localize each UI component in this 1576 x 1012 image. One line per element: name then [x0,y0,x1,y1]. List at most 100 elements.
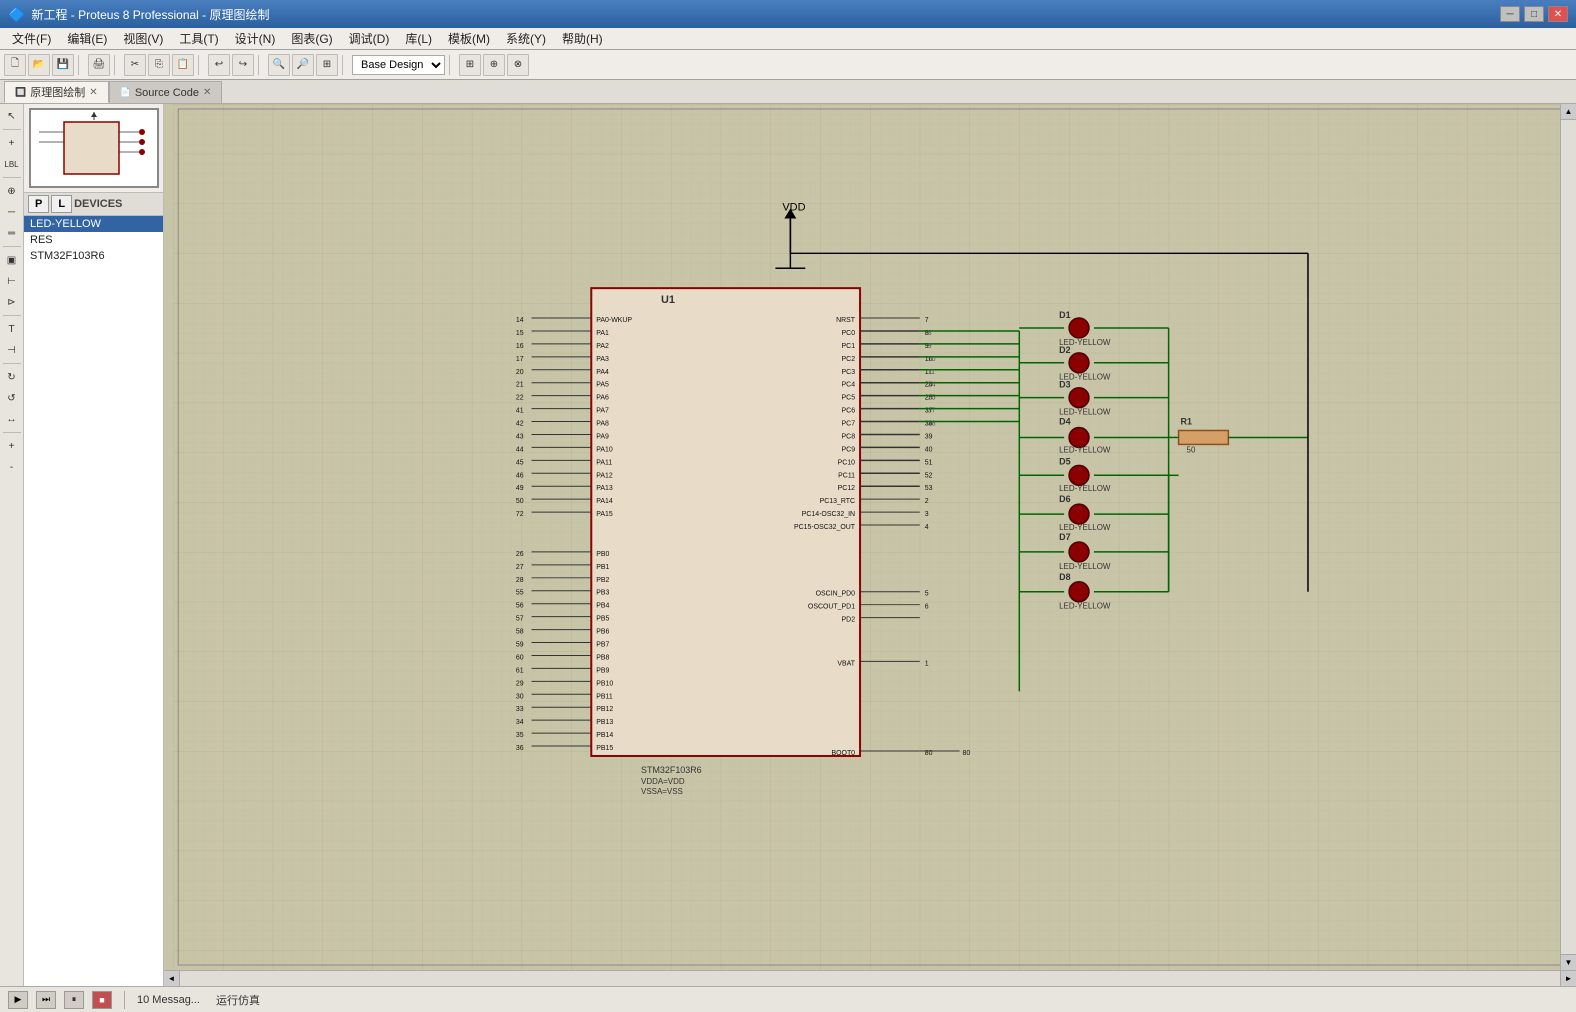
menu-item-h[interactable]: 帮助(H) [554,28,611,49]
menu-item-d[interactable]: 调试(D) [341,28,398,49]
vertical-scrollbar[interactable]: ▲ ▼ [1560,104,1576,970]
minimize-button[interactable]: ─ [1500,6,1520,22]
svg-text:44: 44 [516,446,524,453]
rotate-cw[interactable]: ↻ [2,367,22,387]
toolbar-sep-6 [449,55,455,75]
label-tool[interactable]: LBL [2,154,22,174]
scroll-right-button[interactable]: ► [1560,971,1576,986]
titlebar: 🔷 新工程 - Proteus 8 Professional - 原理图绘制 ─… [0,0,1576,28]
flip-h[interactable]: ↔ [2,409,22,429]
subcircuit-tool[interactable]: ▣ [2,250,22,270]
grid-button[interactable]: ⊞ [459,54,481,76]
menu-item-f[interactable]: 文件(F) [4,28,59,49]
new-button[interactable]: 🗋 [4,54,26,76]
close-button[interactable]: ✕ [1548,6,1568,22]
text-tool[interactable]: T [2,319,22,339]
menu-item-y[interactable]: 系统(Y) [498,28,554,49]
svg-text:72: 72 [516,511,524,518]
scroll-down-button[interactable]: ▼ [1561,954,1576,970]
toolbar-sep-1 [78,55,84,75]
tab-schematic-close[interactable]: ✕ [89,87,97,98]
toolbar-sep-5 [342,55,348,75]
select-tool[interactable]: ↖ [2,106,22,126]
svg-text:49: 49 [516,485,524,492]
svg-text:58: 58 [516,629,524,636]
terminal-tool[interactable]: ⊢ [2,271,22,291]
zoom-all-button[interactable]: ⊞ [316,54,338,76]
svg-text:PA6: PA6 [596,395,609,402]
menu-item-g[interactable]: 图表(G) [283,28,340,49]
svg-text:PA4: PA4 [596,369,609,376]
svg-text:PB15: PB15 [596,745,613,752]
cut-button[interactable]: ✂ [124,54,146,76]
device-list: LED-YELLOW RES STM32F103R6 [24,216,163,986]
junction-tool[interactable]: ⊕ [2,181,22,201]
port-tool[interactable]: ⊳ [2,292,22,312]
svg-text:4: 4 [925,524,929,531]
svg-text:PC3: PC3 [842,369,856,376]
device-item-stm32[interactable]: STM32F103R6 [24,248,163,264]
svg-text:VDDA=VDD: VDDA=VDD [641,777,685,786]
menu-item-m[interactable]: 模板(M) [440,28,498,49]
zoom-in-left[interactable]: + [2,436,22,456]
stop-button[interactable]: ■ [92,991,112,1009]
origin-button[interactable]: ⊕ [483,54,505,76]
p-button[interactable]: P [28,195,49,213]
scroll-left-button[interactable]: ◄ [164,971,180,986]
copy-button[interactable]: ⎘ [148,54,170,76]
zoom-out-button[interactable]: 🔎 [292,54,314,76]
zoom-in-button[interactable]: 🔍 [268,54,290,76]
led-d3 [1069,388,1089,408]
svg-text:PA8: PA8 [596,421,609,428]
device-item-led[interactable]: LED-YELLOW [24,216,163,232]
svg-text:PA14: PA14 [596,498,613,505]
step-button[interactable]: ⏭ [36,991,56,1009]
maximize-button[interactable]: □ [1524,6,1544,22]
menu-item-e[interactable]: 编辑(E) [59,28,115,49]
tab-sourcecode[interactable]: 📄 Source Code ✕ [109,81,223,103]
led-d6 [1069,504,1089,524]
save-button[interactable]: 💾 [52,54,74,76]
svg-text:60: 60 [516,654,524,661]
svg-text:PA12: PA12 [596,472,613,479]
toolbar: 🗋 📂 💾 🖨 ✂ ⎘ 📋 ↩ ↪ 🔍 🔎 ⊞ Base Design ⊞ ⊕ … [0,50,1576,80]
pause-button[interactable]: ⏸ [64,991,84,1009]
open-button[interactable]: 📂 [28,54,50,76]
bus-tool[interactable]: ═ [2,223,22,243]
menu-item-n[interactable]: 设计(N) [227,28,284,49]
svg-text:6: 6 [925,604,929,611]
svg-text:7: 7 [925,317,929,324]
zoom-out-left[interactable]: - [2,457,22,477]
snap-button[interactable]: ⊗ [507,54,529,76]
horizontal-scrollbar[interactable]: ◄ ► [164,970,1576,986]
svg-text:57: 57 [516,616,524,623]
tab-sourcecode-icon: 📄 [120,87,131,98]
tab-schematic[interactable]: 🔲 原理图绘制 ✕ [4,81,109,103]
print-button[interactable]: 🖨 [88,54,110,76]
play-button[interactable]: ▶ [8,991,28,1009]
svg-text:5: 5 [925,591,929,598]
menu-item-v[interactable]: 视图(V) [115,28,171,49]
paste-button[interactable]: 📋 [172,54,194,76]
svg-text:STM32F103R6: STM32F103R6 [641,765,702,775]
undo-button[interactable]: ↩ [208,54,230,76]
tab-sourcecode-close[interactable]: ✕ [203,87,211,98]
svg-text:27: 27 [516,564,524,571]
rotate-ccw[interactable]: ↺ [2,388,22,408]
bus-entry-tool[interactable]: ⊣ [2,340,22,360]
menu-item-t[interactable]: 工具(T) [171,28,226,49]
device-item-res[interactable]: RES [24,232,163,248]
svg-text:PC4: PC4 [842,382,856,389]
svg-text:PC11: PC11 [838,472,855,479]
scroll-up-button[interactable]: ▲ [1561,104,1576,120]
component-tool[interactable]: + [2,133,22,153]
l-button[interactable]: L [51,195,72,213]
canvas-area[interactable]: VDD U1 PA0-WKUP 14 PA1 15 PA2 1 [164,104,1576,986]
redo-button[interactable]: ↪ [232,54,254,76]
design-selector[interactable]: Base Design [352,55,445,75]
menu-item-l[interactable]: 库(L) [397,28,440,49]
toolbar-sep-4 [258,55,264,75]
wire-tool[interactable]: ─ [2,202,22,222]
lt-sep-5 [3,363,21,364]
scroll-track [1561,120,1576,954]
